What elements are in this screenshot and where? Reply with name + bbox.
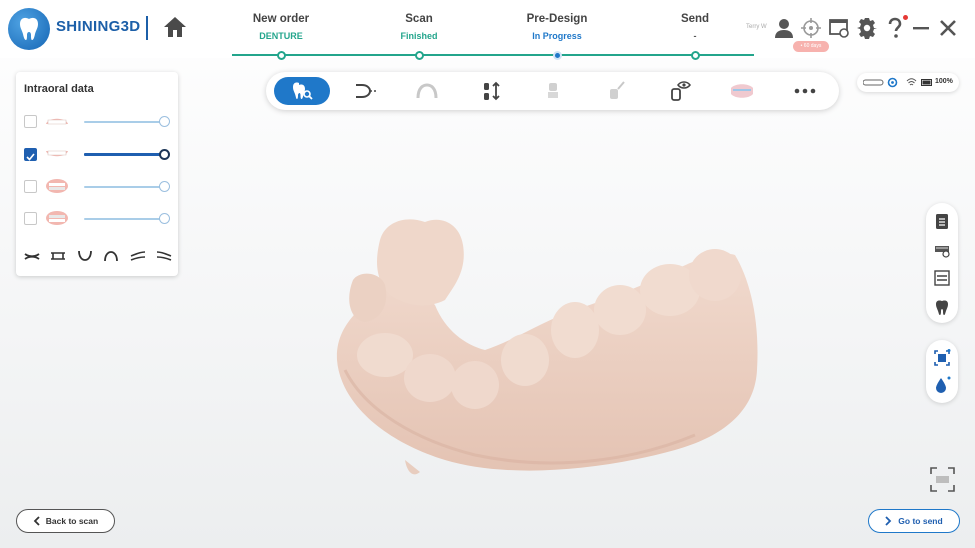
- lower-bite-thumbnail: [44, 209, 70, 227]
- step-title: Send: [680, 13, 710, 25]
- upper-jaw-thumbnail: [44, 112, 70, 130]
- step-dot-pre-design: [552, 51, 562, 60]
- progress-line: [232, 54, 754, 56]
- opacity-slider-track[interactable]: [84, 153, 164, 156]
- die-icon[interactable]: [533, 78, 573, 104]
- ai-detect-icon[interactable]: [933, 349, 951, 367]
- battery-level: 100%: [935, 78, 953, 85]
- lower-jaw-thumbnail: [44, 145, 70, 163]
- step-send[interactable]: Send -: [625, 13, 765, 41]
- fit-view-icon[interactable]: [929, 466, 956, 493]
- step-dot-scan: [414, 51, 424, 60]
- back-to-scan-label: Back to scan: [45, 516, 99, 526]
- device-status-pill: 100%: [857, 73, 959, 92]
- view-front-icon[interactable]: [24, 250, 40, 262]
- opacity-slider-handle[interactable]: [159, 181, 170, 192]
- home-icon[interactable]: [163, 16, 189, 40]
- tooth-select-icon[interactable]: [274, 77, 330, 105]
- back-to-scan-button[interactable]: Back to scan: [16, 509, 115, 533]
- minimize-icon[interactable]: [910, 17, 932, 39]
- wifi-icon: [906, 78, 917, 86]
- view-back-icon[interactable]: [50, 250, 66, 262]
- logo-divider: [146, 16, 148, 40]
- target-icon[interactable]: [800, 17, 822, 39]
- step-title: Pre-Design: [526, 13, 588, 25]
- step-dot-new-order: [276, 51, 286, 60]
- clipboard-icon[interactable]: [933, 212, 951, 230]
- opacity-slider-handle[interactable]: [159, 149, 170, 160]
- step-status: In Progress: [532, 31, 582, 41]
- chevron-left-icon: [33, 516, 40, 526]
- jaw-3d-model[interactable]: [325, 210, 765, 480]
- step-title: New order: [252, 13, 310, 25]
- align-icon[interactable]: [471, 78, 511, 104]
- upper-bite-thumbnail: [44, 177, 70, 195]
- step-new-order[interactable]: New order DENTURE: [211, 13, 351, 41]
- step-scan[interactable]: Scan Finished: [349, 13, 489, 41]
- top-bar: SHINING3D New order DENTURE Scan Finishe…: [0, 0, 975, 60]
- user-icon[interactable]: [773, 17, 795, 39]
- layer-checkbox[interactable]: [24, 180, 37, 193]
- opacity-slider-track[interactable]: [84, 186, 164, 188]
- notification-dot: [903, 15, 908, 20]
- color-drop-icon[interactable]: [933, 376, 951, 394]
- more-icon[interactable]: [785, 78, 825, 104]
- gear-icon[interactable]: [856, 17, 878, 39]
- right-tool-column: [926, 203, 958, 323]
- visibility-icon[interactable]: [660, 78, 700, 104]
- help-icon[interactable]: [884, 17, 906, 39]
- bite-view-icon[interactable]: [933, 269, 951, 287]
- user-name: Terry W: [746, 24, 767, 30]
- sync-icon: [887, 77, 898, 88]
- view-right-icon[interactable]: [156, 250, 172, 262]
- close-icon[interactable]: [937, 17, 959, 39]
- chevron-right-icon: [885, 516, 892, 526]
- go-to-send-label: Go to send: [898, 516, 943, 526]
- layer-row-lower-bite: [16, 207, 178, 231]
- step-status: DENTURE: [259, 31, 303, 41]
- layer-checkbox[interactable]: [24, 148, 37, 161]
- design-toolbar: [266, 72, 839, 110]
- scanner-icon: [863, 79, 884, 86]
- step-pre-design[interactable]: Pre-Design In Progress: [487, 13, 627, 41]
- layer-row-upper-bite: [16, 175, 178, 199]
- screen-settings-icon[interactable]: [828, 17, 850, 39]
- opacity-slider-handle[interactable]: [159, 116, 170, 127]
- go-to-send-button[interactable]: Go to send: [868, 509, 960, 533]
- scan-settings-icon[interactable]: [933, 241, 951, 259]
- battery-icon: [921, 79, 932, 86]
- brand-logo-text: SHINING3D: [56, 18, 141, 35]
- arch-icon[interactable]: [407, 78, 447, 104]
- view-direction-bar: [24, 250, 172, 264]
- right-tool-column-secondary: [926, 340, 958, 403]
- view-left-icon[interactable]: [130, 250, 146, 262]
- step-dot-send: [690, 51, 700, 60]
- step-title: Scan: [405, 13, 433, 25]
- layer-checkbox[interactable]: [24, 115, 37, 128]
- intraoral-data-panel: Intraoral data: [16, 72, 178, 276]
- opacity-slider-handle[interactable]: [159, 213, 170, 224]
- layer-checkbox[interactable]: [24, 212, 37, 225]
- panel-title: Intraoral data: [24, 83, 94, 95]
- opacity-slider-track[interactable]: [84, 121, 164, 123]
- trim-icon[interactable]: [345, 78, 385, 104]
- occlusion-icon[interactable]: [722, 78, 762, 104]
- tooth-icon[interactable]: [933, 298, 951, 316]
- step-status: Finished: [400, 31, 438, 41]
- view-top-icon[interactable]: [103, 250, 119, 262]
- layer-row-upper-jaw: [16, 110, 178, 134]
- logo-tooth-icon: [8, 8, 50, 50]
- brush-icon[interactable]: [596, 78, 636, 104]
- opacity-slider-track[interactable]: [84, 218, 164, 220]
- license-badge: • 60 days: [793, 41, 829, 52]
- layer-row-lower-jaw: [16, 143, 178, 167]
- view-bottom-icon[interactable]: [77, 250, 93, 262]
- step-status: -: [693, 31, 697, 41]
